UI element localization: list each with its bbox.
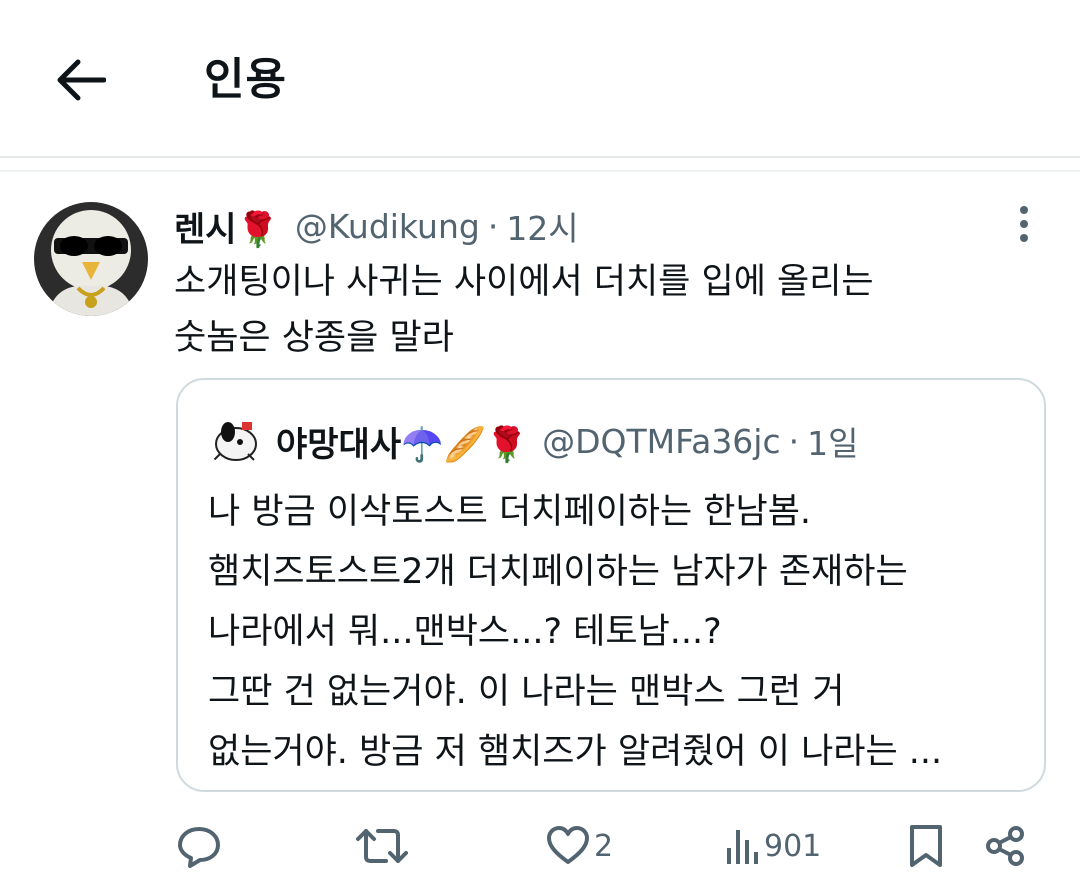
page-title: 인용 bbox=[204, 54, 287, 105]
heart-icon bbox=[547, 826, 589, 864]
retweet-button[interactable] bbox=[356, 816, 408, 876]
views-button[interactable]: 901 bbox=[724, 816, 821, 876]
share-icon bbox=[986, 826, 1024, 866]
quoted-author-handle: @DQTMFa36jc bbox=[542, 421, 781, 461]
separator-dot: · bbox=[487, 206, 499, 246]
tweet-time[interactable]: 12시 bbox=[506, 202, 578, 250]
quoted-author-name: 야망대사☂️🥖🌹 bbox=[276, 424, 529, 465]
action-bar: 2 901 bbox=[0, 816, 1080, 876]
share-button[interactable] bbox=[984, 816, 1028, 876]
bookmark-icon bbox=[910, 825, 942, 867]
back-button[interactable] bbox=[48, 48, 112, 112]
bookmark-button[interactable] bbox=[906, 816, 946, 876]
author-name[interactable]: 렌시🌹 bbox=[174, 202, 279, 251]
tweet-header: 렌시🌹 @Kudikung · 12시 bbox=[174, 198, 579, 254]
more-options-button[interactable] bbox=[1000, 204, 1048, 244]
views-icon bbox=[727, 830, 758, 864]
tweet-text: 소개팅이나 사귀는 사이에서 더치를 입에 올리는 숫놈은 상종을 말라 bbox=[174, 262, 874, 358]
top-bar: 인용 bbox=[0, 0, 1080, 158]
like-count: 2 bbox=[594, 828, 614, 864]
quoted-time: 1일 bbox=[807, 424, 859, 463]
divider bbox=[0, 170, 1080, 172]
quoted-separator-dot: · bbox=[788, 421, 800, 461]
author-handle[interactable]: @Kudikung bbox=[295, 207, 480, 246]
more-vertical-icon bbox=[1020, 206, 1028, 242]
like-button[interactable]: 2 bbox=[546, 816, 613, 876]
reply-button[interactable] bbox=[176, 816, 222, 876]
reply-icon bbox=[178, 827, 220, 868]
quoted-avatar[interactable] bbox=[206, 410, 264, 468]
views-count: 901 bbox=[764, 828, 822, 864]
quoted-header: 야망대사☂️🥖🌹 @DQTMFa36jc · 1일 bbox=[276, 414, 858, 468]
avatar[interactable] bbox=[34, 202, 148, 316]
quoted-tweet-text: 나 방금 이삭토스트 더치페이하는 한남봄. 햄치즈토스트2개 더치페이하는 남… bbox=[208, 492, 943, 772]
retweet-icon bbox=[356, 829, 408, 863]
arrow-left-icon bbox=[57, 59, 106, 101]
